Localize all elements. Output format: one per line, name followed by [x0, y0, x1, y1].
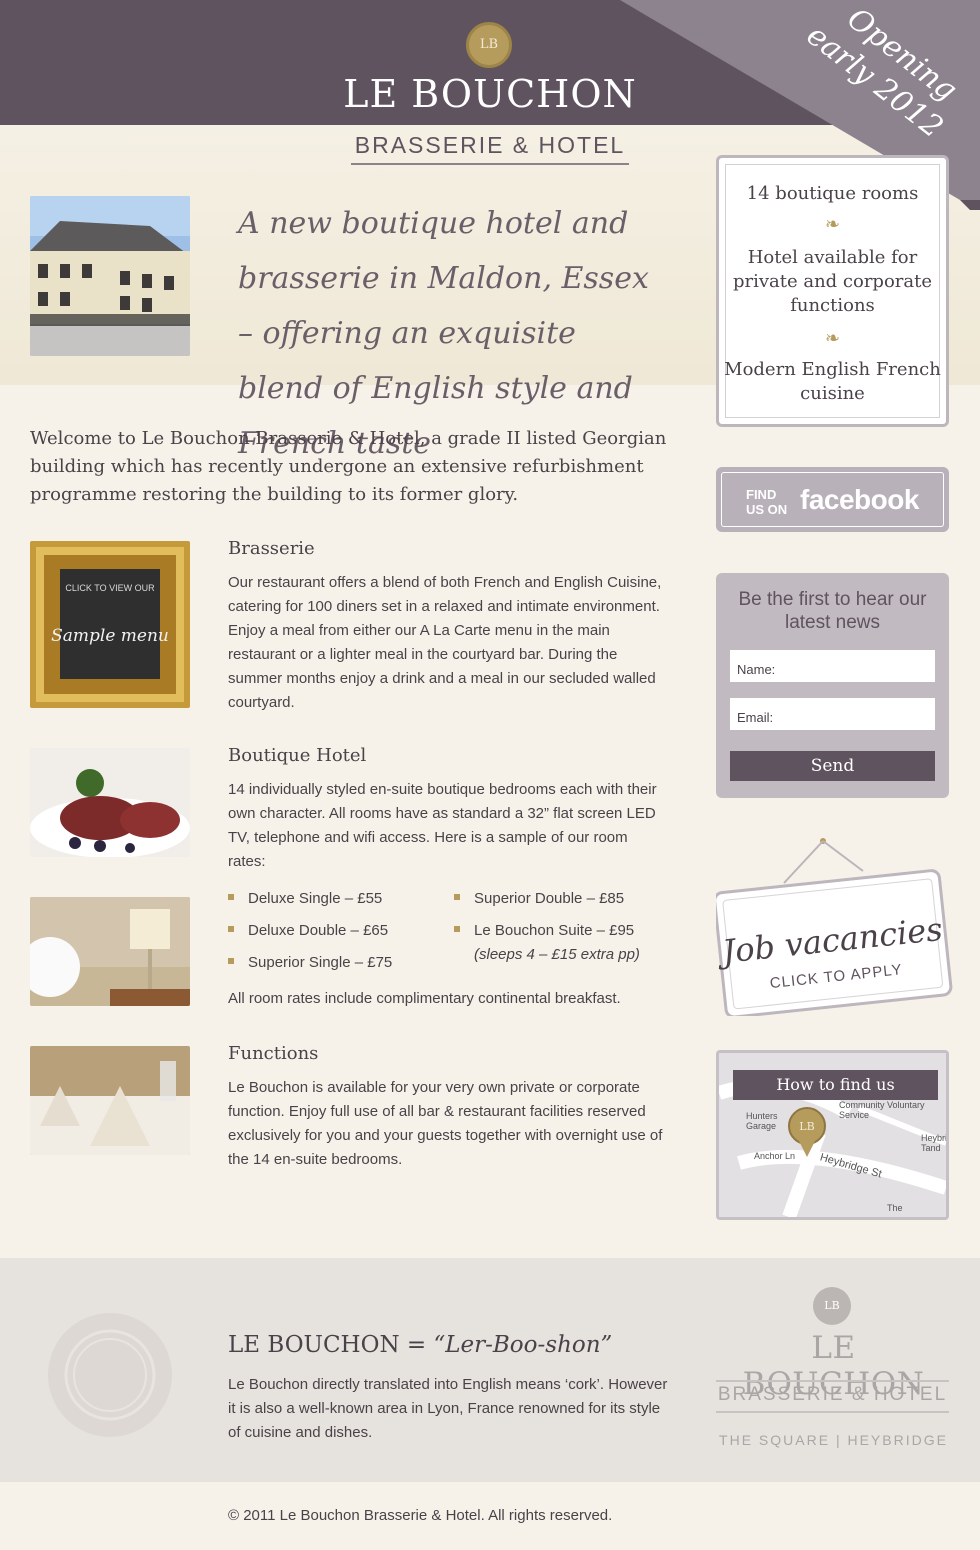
newsletter-title: Be the first to hear our latest news — [738, 589, 927, 633]
brasserie-title: Brasserie — [228, 538, 315, 559]
job-vacancies-sign[interactable]: Job vacancies CLICK TO APPLY — [716, 836, 956, 1016]
rate-item: Le Bouchon Suite – £95 — [454, 922, 634, 939]
rates-footnote: All room rates include complimentary con… — [228, 990, 621, 1007]
map-label: Heybri Tand — [921, 1133, 948, 1153]
feature-cuisine: Modern English French cuisine — [724, 359, 941, 404]
map-label: Community Voluntary Service — [839, 1100, 925, 1120]
pronunciation-value: = “Ler-Boo-shon” — [406, 1332, 613, 1358]
functions-photo — [30, 1046, 190, 1155]
name-field[interactable]: Name: — [730, 650, 935, 682]
facebook-logo-icon: facebook — [800, 484, 919, 515]
copyright: © 2011 Le Bouchon Brasserie & Hotel. All… — [228, 1507, 613, 1524]
hotel-body: 14 individually styled en-suite boutique… — [228, 781, 657, 870]
map-label: The — [887, 1203, 903, 1213]
footer-address: THE SQUARE | HEYBRIDGE — [719, 1432, 948, 1448]
leaf-divider-icon: ❧ — [824, 214, 841, 235]
dish-photo — [30, 748, 190, 857]
features-box: 14 boutique rooms ❧ Hotel available for … — [716, 155, 949, 427]
map-label: Hunters Garage — [746, 1111, 778, 1131]
menu-script-label: Sample menu — [51, 626, 169, 646]
functions-title: Functions — [228, 1043, 319, 1064]
rate-note: (sleeps 4 – £15 extra pp) — [474, 946, 640, 963]
footer-brand-subtitle: BRASSERIE & HOTEL — [716, 1380, 949, 1413]
map-label: Anchor Ln — [754, 1151, 796, 1161]
pronunciation-body: Le Bouchon directly translated into Engl… — [228, 1376, 668, 1441]
rate-item: Deluxe Double – £65 — [228, 922, 388, 939]
rate-item: Superior Double – £85 — [454, 890, 624, 907]
logo-badge[interactable]: LB — [466, 22, 512, 68]
sample-menu-frame[interactable]: CLICK TO VIEW OUR Sample menu — [30, 541, 190, 708]
facebook-find-label: FIND US ON — [746, 487, 788, 517]
leaf-divider-icon: ❧ — [824, 328, 841, 349]
footer-logo-badge: LB — [813, 1287, 851, 1325]
location-map[interactable]: LB How to find us Hunters Garage Communi… — [716, 1050, 949, 1220]
functions-body: Le Bouchon is available for your very ow… — [228, 1079, 663, 1168]
feature-rooms: 14 boutique rooms — [746, 183, 919, 204]
menu-click-label: CLICK TO VIEW OUR — [65, 583, 155, 593]
brasserie-body: Our restaurant offers a blend of both Fr… — [228, 574, 662, 711]
newsletter-form: Be the first to hear our latest news Nam… — [716, 573, 949, 798]
hotel-title: Boutique Hotel — [228, 745, 367, 766]
intro-text: Welcome to Le Bouchon Brasserie & Hotel,… — [30, 428, 667, 505]
facebook-button[interactable]: FIND US ON facebook — [716, 467, 949, 532]
rate-item: Superior Single – £75 — [228, 954, 392, 971]
email-field[interactable]: Email: — [730, 698, 935, 730]
pronunciation-heading: LE BOUCHON = “Ler-Boo-shon” — [228, 1332, 612, 1358]
feature-functions: Hotel available for private and corporat… — [732, 247, 933, 316]
bedroom-photo — [30, 897, 190, 1006]
rate-item: Deluxe Single – £55 — [228, 890, 382, 907]
pronunciation-name: LE BOUCHON — [228, 1332, 400, 1358]
send-button[interactable]: Send — [730, 751, 935, 781]
svg-text:LB: LB — [799, 1120, 814, 1133]
map-title: How to find us — [733, 1070, 938, 1100]
hotel-building-photo — [30, 196, 190, 356]
lb-seal-icon — [48, 1313, 172, 1437]
